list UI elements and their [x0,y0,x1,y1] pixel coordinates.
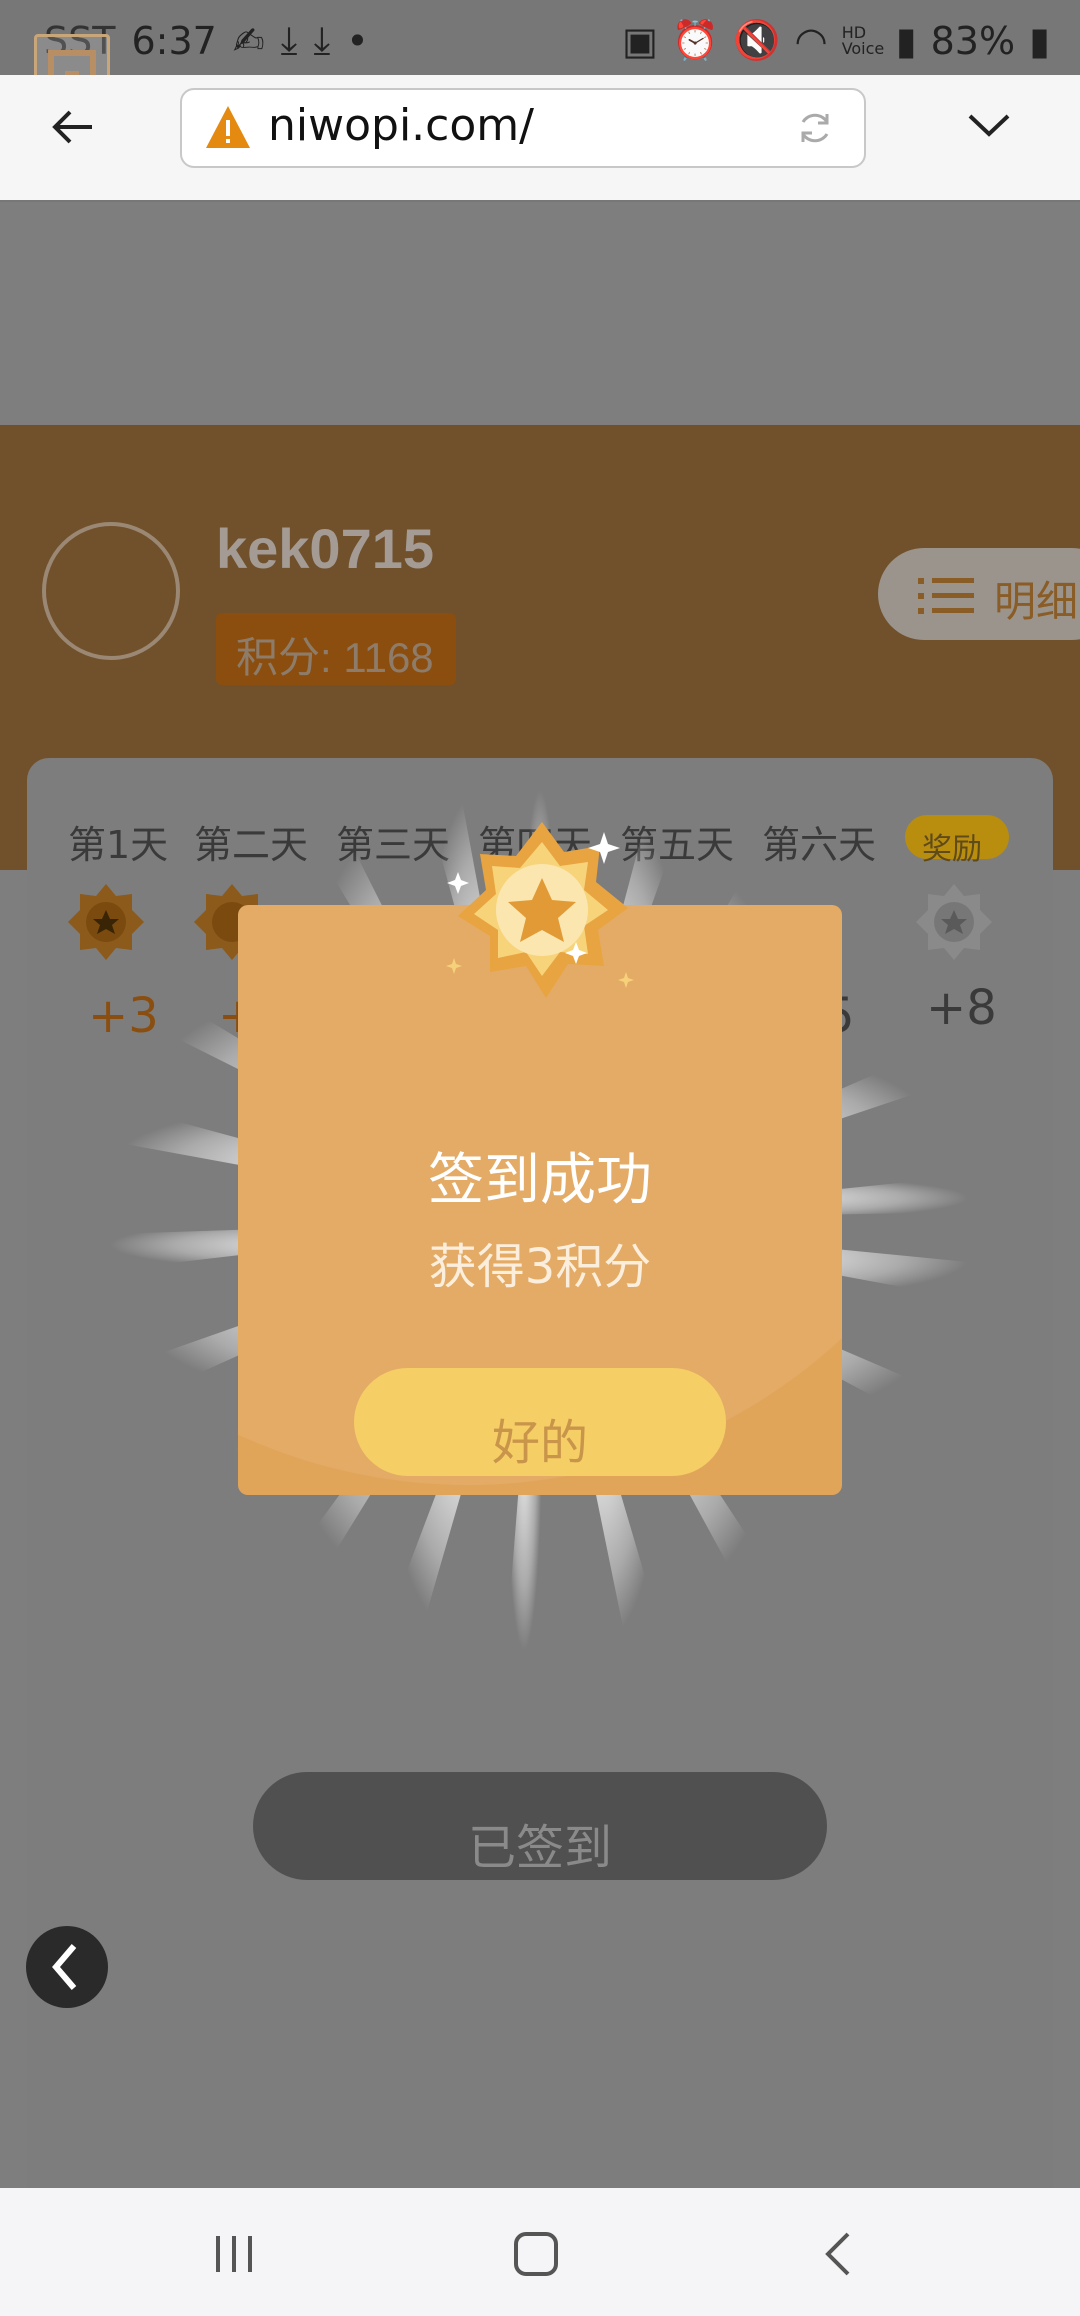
modal-title: 签到成功 [428,1148,652,1213]
back-icon[interactable] [808,2224,868,2284]
home-icon[interactable] [506,2224,566,2284]
battery-saver-icon: ▣ [621,18,658,63]
status-time: 6:37 [131,18,217,63]
modal-subtitle: 获得3积分 [428,1239,652,1295]
mute-icon: 🔇 [733,18,781,62]
reload-icon[interactable] [795,108,835,148]
gold-star-medal-icon [442,812,642,1012]
download-icon: ⤓ [280,18,298,62]
recent-apps-icon[interactable] [204,2224,264,2284]
dot-icon: • [346,18,369,63]
chevron-down-icon[interactable] [966,110,1012,140]
floating-back-button[interactable] [26,1926,108,2008]
username: kek0715 [216,517,435,580]
signature-icon: ✍ [232,18,265,63]
download-icon-2: ⤓ [313,18,331,62]
signal-icon: ▮ [895,18,917,63]
points-label: 积分: 1168 [236,634,434,681]
list-icon[interactable] [918,576,978,616]
signed-in-label[interactable]: 已签到 [253,1808,827,1878]
chevron-left-icon[interactable] [26,1926,108,2008]
battery-icon: ▮ [1029,18,1050,63]
wifi-icon: ◠ [794,18,828,63]
url-text[interactable]: niwopi.com/ [268,100,534,151]
alarm-icon: ⏰ [671,18,720,62]
ok-button-label[interactable]: 好的 [354,1403,726,1473]
warning-icon[interactable] [204,104,252,150]
hd-voice-icon: HD Voice [841,22,885,58]
battery-percent: 83% [930,18,1016,63]
status-right: ▣ ⏰ 🔇 ◠ HD Voice ▮ 83% ▮ [622,18,1050,63]
avatar [42,522,180,660]
detail-label[interactable]: 明细 [994,568,1078,629]
back-arrow-icon[interactable] [48,102,98,152]
